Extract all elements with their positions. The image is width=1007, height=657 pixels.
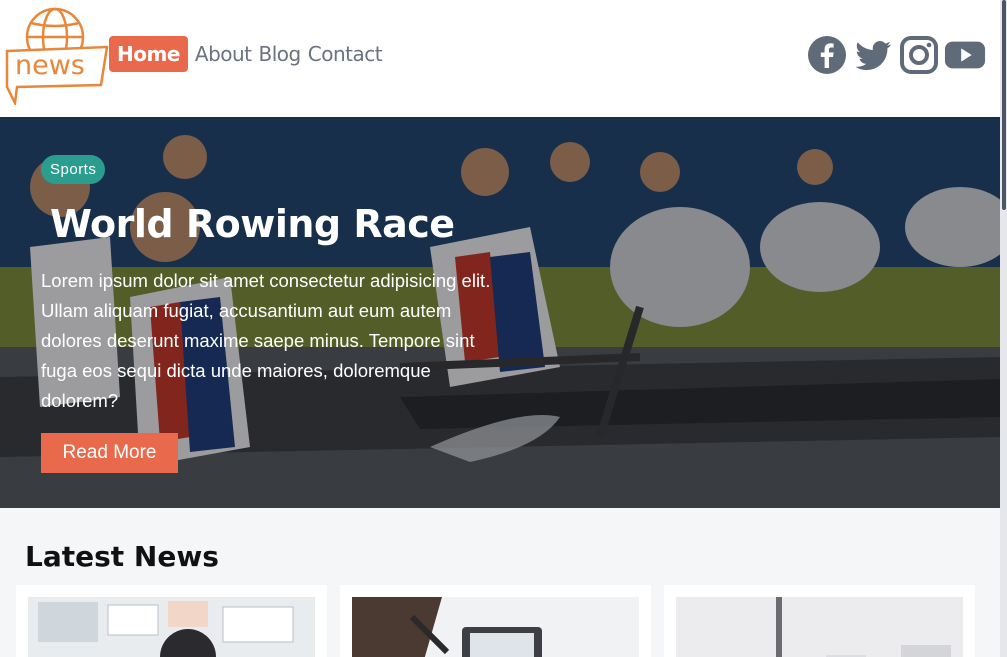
news-logo[interactable]: news <box>3 7 109 108</box>
latest-news-section: Latest News <box>0 508 1000 657</box>
social-links <box>806 35 986 75</box>
hero-title: World Rowing Race <box>50 202 455 246</box>
facebook-icon[interactable] <box>806 35 848 75</box>
twitter-icon[interactable] <box>852 35 894 75</box>
news-card[interactable] <box>340 585 651 657</box>
nav-contact[interactable]: Contact <box>308 38 383 70</box>
hero-banner: Sports World Rowing Race Lorem ipsum dol… <box>0 117 1000 508</box>
card-image-office[interactable] <box>28 597 315 657</box>
category-badge[interactable]: Sports <box>41 155 106 184</box>
scrollbar-thumb[interactable] <box>1002 0 1006 210</box>
nav-about[interactable]: About <box>195 38 252 70</box>
site-header: news Home About Blog Contact <box>0 0 1000 117</box>
hero-description: Lorem ipsum dolor sit amet consectetur a… <box>41 270 491 411</box>
latest-news-heading: Latest News <box>25 540 219 573</box>
card-image-building[interactable] <box>676 597 963 657</box>
card-image-laptop[interactable] <box>352 597 639 657</box>
news-card[interactable] <box>664 585 975 657</box>
instagram-icon[interactable] <box>898 35 940 75</box>
youtube-icon[interactable] <box>944 35 986 75</box>
nav-blog[interactable]: Blog <box>259 38 302 70</box>
nav-home[interactable]: Home <box>109 36 188 72</box>
main-nav: Home About Blog Contact <box>109 36 383 72</box>
svg-text:news: news <box>15 50 85 81</box>
read-more-button[interactable]: Read More <box>41 433 178 473</box>
news-card[interactable] <box>16 585 327 657</box>
